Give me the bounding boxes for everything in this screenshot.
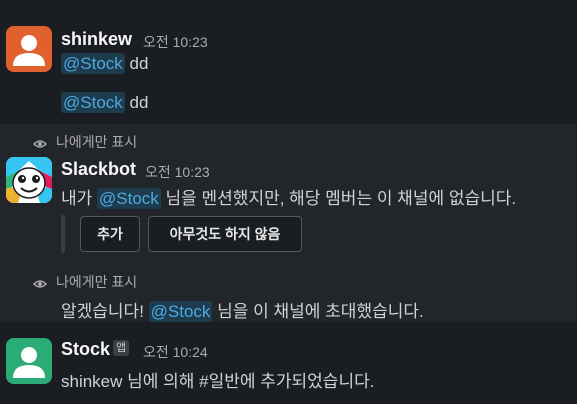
stock-avatar[interactable] xyxy=(6,338,52,384)
app-badge: 앱 xyxy=(113,340,130,356)
slackbot-avatar[interactable] xyxy=(6,157,52,203)
mention-stock[interactable]: @Stock xyxy=(61,92,125,113)
person-avatar-icon xyxy=(6,26,52,72)
person-avatar-icon xyxy=(6,338,52,384)
message-shinkew: shinkew 오전 10:23 @Stock dd @Stock dd xyxy=(0,0,577,124)
slackbot-logo-icon xyxy=(6,157,52,203)
message-text: dd xyxy=(129,54,149,73)
message-invite-confirmation: 나에게만 표시 알겠습니다! @Stock 님을 이 채널에 초대했습니다. xyxy=(0,266,577,322)
attachment-bar xyxy=(61,215,65,253)
timestamp[interactable]: 오전 10:23 xyxy=(143,32,208,52)
message-line-1: @Stock dd xyxy=(61,53,149,74)
do-nothing-button[interactable]: 아무것도 하지 않음 xyxy=(148,216,302,252)
author-name[interactable]: Slackbot xyxy=(61,159,136,180)
add-button[interactable]: 추가 xyxy=(80,216,140,252)
mention-stock[interactable]: @Stock xyxy=(97,188,161,209)
message-stock: Stock 앱 오전 10:24 shinkew 님에 의해 #일반에 추가되었… xyxy=(0,322,577,404)
mention-stock[interactable]: @Stock xyxy=(61,53,125,74)
author-name[interactable]: shinkew xyxy=(61,29,132,50)
timestamp[interactable]: 오전 10:24 xyxy=(143,342,208,362)
message-text: dd xyxy=(129,93,149,112)
shinkew-avatar[interactable] xyxy=(6,26,52,72)
eye-icon xyxy=(32,140,48,148)
eye-icon xyxy=(32,280,48,288)
timestamp[interactable]: 오전 10:23 xyxy=(145,162,210,182)
message-text: shinkew 님에 의해 #일반에 추가되었습니다. xyxy=(61,372,375,391)
mention-stock[interactable]: @Stock xyxy=(148,301,213,322)
ephemeral-label: 나에게만 표시 xyxy=(32,272,137,292)
message-text: 내가 @Stock 님을 멘션했지만, 해당 멤버는 이 채널에 없습니다. xyxy=(61,188,517,209)
message-slackbot: 나에게만 표시 Slackbot 오전 10:23 내가 @Stock 님을 멘… xyxy=(0,124,577,266)
ephemeral-label: 나에게만 표시 xyxy=(32,132,137,152)
message-line-2: @Stock dd xyxy=(61,92,149,113)
message-text: 알겠습니다! @Stock 님을 이 채널에 초대했습니다. xyxy=(61,301,424,322)
author-name[interactable]: Stock xyxy=(61,339,110,360)
